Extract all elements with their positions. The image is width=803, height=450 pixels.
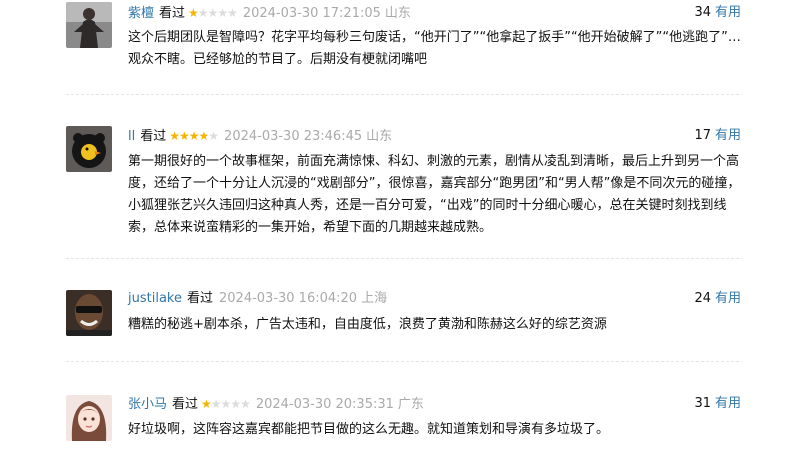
comment-location: 上海 (361, 291, 388, 306)
watch-status: 看过 (159, 6, 186, 21)
vote-area: 17 有用 (694, 126, 741, 146)
vote-area: 34 有用 (694, 3, 741, 23)
comment-time: 2024-03-30 16:04:20 (219, 291, 358, 306)
watch-status: 看过 (140, 129, 167, 144)
vote-count: 24 (694, 291, 711, 306)
man-with-sunglasses-avatar-icon (66, 290, 112, 336)
star-icon: ★ (208, 129, 219, 143)
rating-stars: ★★★★★ (169, 126, 219, 146)
comment-text: 第一期很好的一个故事框架，前面充满惊悚、科幻、刺激的元素，剧情从凌乱到清晰，最后… (128, 154, 741, 235)
star-icon: ★★★★ (210, 397, 251, 411)
useful-button[interactable]: 有用 (715, 396, 741, 411)
comment-location: 山东 (366, 129, 393, 144)
star-icon: ★★★★ (169, 129, 209, 143)
username-link[interactable]: 张小马 (128, 397, 167, 412)
comment-time: 2024-03-30 17:21:05 (242, 6, 381, 21)
vote-area: 31 有用 (694, 394, 741, 414)
comment-location: 山东 (384, 6, 411, 21)
comment-text: 好垃圾啊，这阵容这嘉宾都能把节目做的这么无趣。就知道策划和导演有多垃圾了。 (128, 422, 610, 437)
username-link[interactable]: ll (128, 129, 135, 144)
divider (66, 94, 742, 95)
comment-location: 广东 (397, 397, 424, 412)
star-icon: ★ (201, 397, 212, 411)
watch-status: 看过 (186, 291, 213, 306)
avatar[interactable] (66, 395, 112, 441)
username-link[interactable]: justilake (128, 291, 182, 306)
vote-count: 31 (694, 396, 711, 411)
username-link[interactable]: 紫檀 (128, 6, 154, 21)
divider (66, 361, 742, 362)
vote-count: 34 (694, 5, 711, 20)
vote-area: 24 有用 (694, 289, 741, 309)
avatar[interactable] (66, 126, 112, 172)
star-icon: ★★★★ (197, 6, 238, 20)
useful-button[interactable]: 有用 (715, 291, 741, 306)
vote-count: 17 (694, 128, 711, 143)
black-cat-with-duck-avatar-icon (66, 126, 112, 172)
avatar[interactable] (66, 2, 112, 48)
avatar[interactable] (66, 290, 112, 336)
rating-stars: ★★★★★ (188, 3, 238, 23)
comment-text: 糟糕的秘逃+剧本杀，广告太违和，自由度低，浪费了黄渤和陈赫这么好的综艺资源 (128, 317, 607, 332)
useful-button[interactable]: 有用 (715, 128, 741, 143)
star-icon: ★ (188, 6, 199, 20)
divider (66, 258, 742, 259)
rating-stars: ★★★★★ (201, 394, 251, 414)
comment-time: 2024-03-30 23:46:45 (224, 129, 363, 144)
comment-time: 2024-03-30 20:35:31 (255, 397, 394, 412)
anime-girl-avatar-icon (66, 395, 112, 441)
watch-status: 看过 (172, 397, 199, 412)
comment-text: 这个后期团队是智障吗？花字平均每秒三句废话，“他开门了”“他拿起了扳手”“他开始… (128, 30, 741, 67)
useful-button[interactable]: 有用 (715, 5, 741, 20)
dark-robed-person-avatar-icon (66, 2, 112, 48)
